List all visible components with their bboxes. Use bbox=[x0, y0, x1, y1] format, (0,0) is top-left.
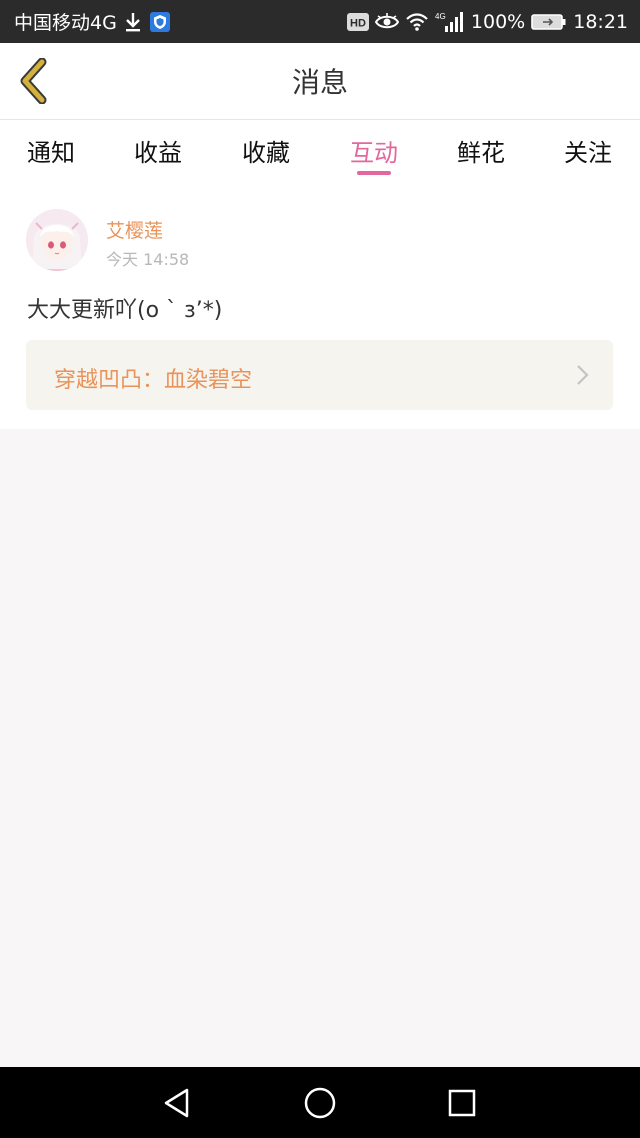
battery-icon bbox=[531, 13, 567, 31]
tab-bar: 通知 收益 收藏 互动 鲜花 关注 bbox=[0, 120, 640, 180]
system-nav-bar bbox=[0, 1067, 640, 1138]
tab-flowers[interactable]: 鲜花 bbox=[431, 120, 531, 180]
battery-percent: 100% bbox=[470, 10, 526, 33]
recents-square-icon bbox=[448, 1089, 476, 1117]
tab-label: 收益 bbox=[134, 139, 182, 167]
eye-icon bbox=[374, 12, 399, 31]
tab-label: 鲜花 bbox=[457, 139, 505, 167]
status-bar: 中国移动4G HD 4G 100% 18:21 bbox=[0, 0, 640, 43]
tab-interactions[interactable]: 互动 bbox=[324, 120, 424, 180]
avatar[interactable] bbox=[26, 209, 88, 271]
network-type-label: 4G bbox=[435, 12, 446, 21]
tab-favorites[interactable]: 收藏 bbox=[216, 120, 316, 180]
nav-recents-button[interactable] bbox=[442, 1084, 482, 1122]
shield-app-icon bbox=[149, 11, 171, 33]
active-tab-indicator bbox=[357, 171, 391, 175]
sender-name[interactable]: 艾樱莲 bbox=[106, 216, 163, 243]
message-item: 艾樱莲 今天 14:58 大大更新吖(o ` з’*) 穿越凹凸：血染碧空 bbox=[0, 180, 640, 429]
chevron-left-icon bbox=[20, 58, 47, 104]
back-triangle-icon bbox=[164, 1088, 189, 1118]
page-title: 消息 bbox=[291, 66, 348, 99]
tab-following[interactable]: 关注 bbox=[538, 120, 638, 180]
message-text: 大大更新吖(o ` з’*) bbox=[27, 298, 223, 323]
hd-label: HD bbox=[350, 17, 366, 29]
hd-icon: HD bbox=[346, 12, 369, 31]
tab-earnings[interactable]: 收益 bbox=[108, 120, 208, 180]
wifi-icon bbox=[405, 12, 429, 32]
download-icon bbox=[123, 11, 143, 33]
signal-icon: 4G bbox=[435, 11, 465, 33]
carrier-name: 中国移动4G bbox=[14, 12, 117, 34]
tab-notifications[interactable]: 通知 bbox=[1, 120, 101, 180]
avatar-image bbox=[26, 209, 88, 271]
clock-time: 18:21 bbox=[573, 10, 628, 33]
tab-label: 通知 bbox=[27, 139, 75, 167]
status-right: HD 4G 100% 18:21 bbox=[346, 10, 628, 33]
back-button[interactable] bbox=[10, 55, 56, 107]
nav-back-button[interactable] bbox=[157, 1084, 197, 1122]
book-title: 穿越凹凸：血染碧空 bbox=[54, 368, 253, 393]
tab-label: 关注 bbox=[564, 139, 612, 167]
tab-label: 互动 bbox=[350, 139, 398, 167]
referenced-book-card[interactable]: 穿越凹凸：血染碧空 bbox=[26, 340, 613, 410]
tab-label: 收藏 bbox=[242, 139, 290, 167]
home-circle-icon bbox=[304, 1087, 336, 1119]
status-left: 中国移动4G bbox=[14, 8, 171, 35]
chevron-right-icon bbox=[575, 364, 589, 386]
nav-home-button[interactable] bbox=[300, 1084, 340, 1122]
message-time: 今天 14:58 bbox=[106, 250, 190, 269]
app-header: 消息 bbox=[0, 43, 640, 120]
